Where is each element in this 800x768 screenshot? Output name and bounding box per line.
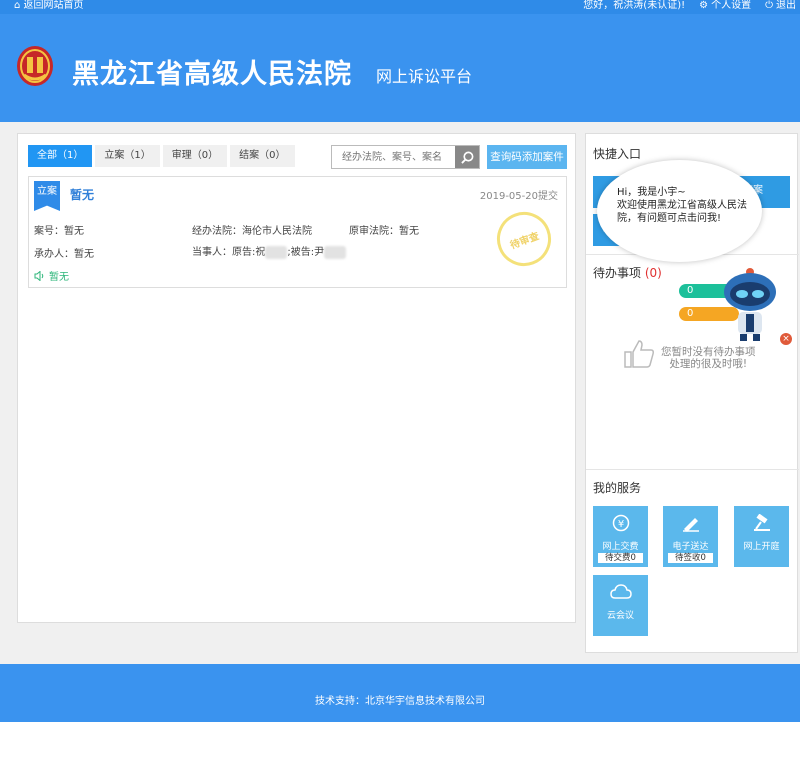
empty-line-2: 处理的很及时哦! — [669, 358, 748, 370]
service-label: 云会议 — [606, 611, 634, 621]
todo-title-label: 待办事项 — [593, 266, 642, 280]
cloud-icon — [609, 584, 632, 599]
service-sub: 待签收0 — [668, 553, 713, 563]
pending-review-stamp: 待审查 — [489, 204, 559, 274]
home-link[interactable]: ⌂ 返回网站首页 — [14, 0, 84, 12]
speaker-icon — [34, 270, 44, 281]
chatbot-message: Hi，我是小宇~ 欢迎使用黑龙江省高级人民法院，有问题可点击问我! — [617, 186, 757, 225]
search-icon — [460, 151, 473, 164]
redacted-name — [324, 245, 347, 259]
tab-closed[interactable]: 结案（0） — [230, 145, 295, 167]
top-bar-right: 您好，祝洪涛(未认证)! ⚙ 个人设置 ⏻ 退出 — [583, 0, 796, 12]
court-name: 黑龙江省高级人民法院 — [72, 59, 352, 90]
parties-defendant: ;被告:尹 — [287, 247, 325, 258]
quick-entry-title: 快捷入口 — [593, 147, 642, 161]
case-notice: 暂无 — [34, 268, 69, 283]
tab-all[interactable]: 全部（1） — [28, 145, 93, 167]
chatbot-close-icon[interactable]: × — [780, 333, 792, 345]
services-title: 我的服务 — [593, 481, 642, 495]
parties-plaintiff: 当事人：原告:祝 — [192, 247, 266, 258]
todo-title: 待办事项 (0) — [593, 264, 662, 281]
settings-label: 个人设置 — [711, 0, 752, 11]
home-link-label: 返回网站首页 — [23, 0, 84, 11]
settings-link[interactable]: ⚙ 个人设置 — [699, 0, 751, 12]
case-handler: 承办人：暂无 — [34, 249, 94, 260]
robot-mascot-icon[interactable] — [715, 262, 785, 342]
case-tabs: 全部（1） 立案（1） 审理（0） 结案（0） — [28, 145, 295, 167]
handling-court: 经办法院：海伦市人民法院 — [192, 226, 312, 237]
thumbs-up-icon — [624, 340, 654, 368]
service-online-payment[interactable]: ¥ 网上交费 待交费0 — [593, 506, 648, 567]
case-list-panel: 全部（1） 立案（1） 审理（0） 结案（0） 查询码添加案件 立案 暂无 20… — [17, 133, 576, 623]
redacted-name — [265, 245, 288, 259]
service-e-delivery[interactable]: 电子送达 待签收0 — [663, 506, 718, 567]
gear-icon: ⚙ — [699, 0, 709, 11]
case-date: 2019-05-20提交 — [479, 191, 558, 202]
search-input[interactable] — [332, 146, 456, 168]
power-icon: ⏻ — [765, 0, 773, 11]
top-bar: ⌂ 返回网站首页 您好，祝洪涛(未认证)! ⚙ 个人设置 ⏻ 退出 — [0, 0, 800, 14]
pen-icon — [682, 518, 699, 532]
service-label: 网上交费 — [602, 542, 639, 552]
case-parties: 当事人：原告:祝 ;被告:尹 — [192, 243, 347, 259]
todo-count: (0) — [644, 266, 662, 280]
chatbot-line-1: Hi，我是小宇~ — [617, 187, 686, 198]
original-court: 原审法院：暂无 — [349, 226, 419, 237]
stamp-text: 待审查 — [508, 230, 541, 252]
search-button[interactable] — [455, 146, 479, 168]
site-footer: 技术支持：北京华宇信息技术有限公司 — [0, 664, 800, 722]
service-label: 电子送达 — [672, 542, 709, 552]
empty-line-1: 您暂时没有待办事项 — [661, 346, 756, 358]
logout-label: 退出 — [776, 0, 796, 11]
greeting-text: 您好，祝洪涛(未认证)! — [583, 0, 686, 11]
service-sub: 待交费0 — [598, 553, 643, 563]
logout-link[interactable]: ⏻ 退出 — [765, 0, 796, 12]
tab-filing[interactable]: 立案（1） — [95, 145, 160, 167]
divider — [586, 469, 799, 470]
tab-trial[interactable]: 审理（0） — [162, 145, 228, 167]
home-icon: ⌂ — [14, 0, 21, 11]
notice-text: 暂无 — [49, 272, 69, 283]
service-online-hearing[interactable]: 网上开庭 — [734, 506, 789, 567]
platform-name: 网上诉讼平台 — [376, 67, 473, 86]
service-cloud-meeting[interactable]: 云会议 — [593, 575, 648, 636]
search-box — [331, 145, 480, 169]
case-card[interactable]: 立案 暂无 2019-05-20提交 案号：暂无 经办法院：海伦市人民法院 原审… — [28, 176, 567, 288]
case-title[interactable]: 暂无 — [70, 186, 94, 203]
svg-text:¥: ¥ — [617, 519, 623, 530]
site-header: 黑龙江省高级人民法院 网上诉讼平台 — [0, 14, 800, 122]
chatbot-line-2: 欢迎使用黑龙江省高级人民法院，有问题可点击问我! — [617, 200, 747, 224]
service-label: 网上开庭 — [743, 542, 780, 552]
coin-icon: ¥ — [612, 514, 629, 532]
case-status-badge: 立案 — [34, 181, 60, 211]
add-case-button[interactable]: 查询码添加案件 — [487, 145, 567, 169]
bottom-strip — [0, 722, 800, 768]
case-number: 案号：暂无 — [34, 226, 84, 237]
todo-empty-message: 您暂时没有待办事项 处理的很及时哦! — [661, 346, 756, 370]
tech-support-text: 技术支持：北京华宇信息技术有限公司 — [315, 696, 485, 707]
gavel-icon — [753, 514, 770, 531]
court-emblem-icon — [17, 46, 53, 86]
